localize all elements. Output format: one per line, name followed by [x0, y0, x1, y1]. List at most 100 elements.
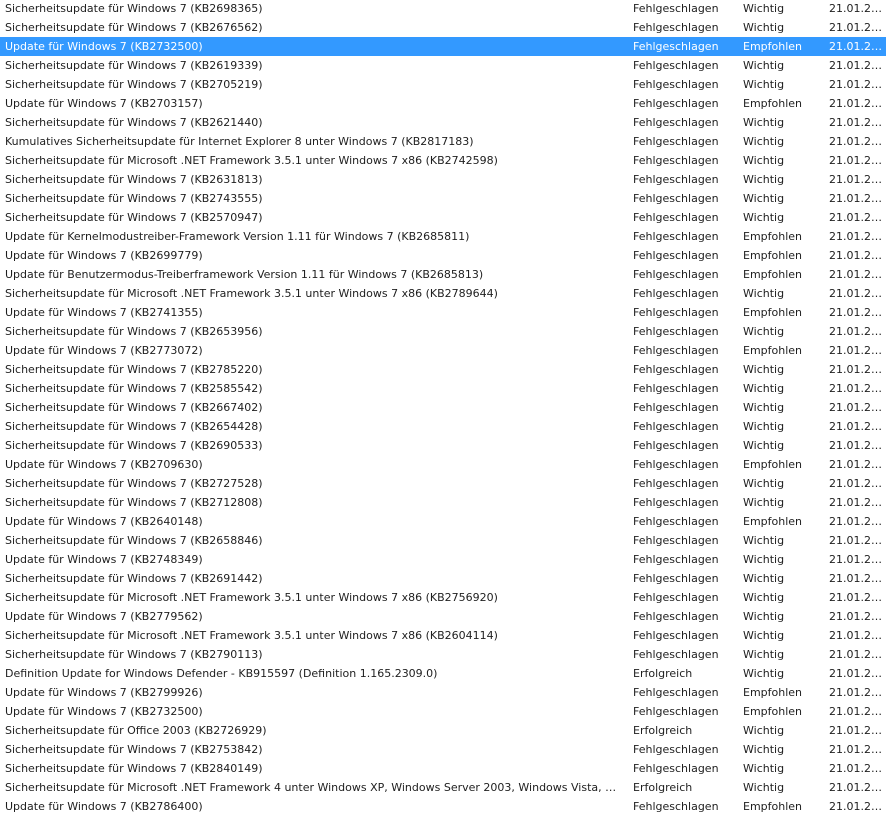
- update-date-cell: 21.01.2014: [829, 40, 886, 53]
- update-row[interactable]: Sicherheitsupdate für Windows 7 (KB27052…: [0, 75, 886, 94]
- update-date-cell: 21.01.2014: [829, 249, 886, 262]
- update-status-cell: Fehlgeschlagen: [633, 439, 719, 452]
- update-row[interactable]: Sicherheitsupdate für Windows 7 (KB27901…: [0, 645, 886, 664]
- update-name-cell: Sicherheitsupdate für Windows 7 (KB26983…: [5, 2, 263, 15]
- update-row[interactable]: Sicherheitsupdate für Windows 7 (KB26544…: [0, 417, 886, 436]
- update-date-cell: 21.01.2014: [829, 420, 886, 433]
- update-name-cell: Sicherheitsupdate für Microsoft .NET Fra…: [5, 629, 498, 642]
- update-row[interactable]: Sicherheitsupdate für Windows 7 (KB26983…: [0, 0, 886, 18]
- update-row[interactable]: Update für Windows 7 (KB2640148) Fehlgesc…: [0, 512, 886, 531]
- update-row[interactable]: Sicherheitsupdate für Windows 7 (KB26214…: [0, 113, 886, 132]
- update-row[interactable]: Sicherheitsupdate für Windows 7 (KB26193…: [0, 56, 886, 75]
- update-row[interactable]: Update für Windows 7 (KB2741355) Fehlgesc…: [0, 303, 886, 322]
- update-priority-cell: Wichtig: [743, 439, 785, 452]
- update-row[interactable]: Sicherheitsupdate für Windows 7 (KB27538…: [0, 740, 886, 759]
- update-row[interactable]: Update für Windows 7 (KB2732500) Fehlgesc…: [0, 702, 886, 721]
- update-status-cell: Fehlgeschlagen: [633, 515, 719, 528]
- update-row[interactable]: Update für Windows 7 (KB2748349) Fehlgesc…: [0, 550, 886, 569]
- update-name-cell: Update für Windows 7 (KB2699779): [5, 249, 203, 262]
- update-row[interactable]: Sicherheitsupdate für Windows 7 (KB26588…: [0, 531, 886, 550]
- update-priority-cell: Wichtig: [743, 648, 785, 661]
- update-row[interactable]: Update für Windows 7 (KB2786400) Fehlgesc…: [0, 797, 886, 816]
- update-date-cell: 21.01.2014: [829, 610, 886, 623]
- update-status-cell: Fehlgeschlagen: [633, 173, 719, 186]
- update-row[interactable]: Sicherheitsupdate für Windows 7 (KB27435…: [0, 189, 886, 208]
- update-status-cell: Fehlgeschlagen: [633, 572, 719, 585]
- update-date-cell: 21.01.2014: [829, 97, 886, 110]
- update-priority-cell: Wichtig: [743, 78, 785, 91]
- update-row[interactable]: Sicherheitsupdate für Microsoft .NET Fra…: [0, 778, 886, 797]
- update-row[interactable]: Update für Windows 7 (KB2709630) Fehlgesc…: [0, 455, 886, 474]
- update-history-list[interactable]: Sicherheitsupdate für Windows 7 (KB26983…: [0, 0, 886, 816]
- update-status-cell: Fehlgeschlagen: [633, 610, 719, 623]
- update-date-cell: 21.01.2014: [829, 78, 886, 91]
- update-date-cell: 21.01.2014: [829, 591, 886, 604]
- update-name-cell: Update für Windows 7 (KB2732500): [5, 705, 203, 718]
- update-row[interactable]: Sicherheitsupdate für Windows 7 (KB25709…: [0, 208, 886, 227]
- update-priority-cell: Wichtig: [743, 781, 785, 794]
- update-name-cell: Update für Windows 7 (KB2779562): [5, 610, 203, 623]
- update-priority-cell: Wichtig: [743, 287, 785, 300]
- update-row[interactable]: Sicherheitsupdate für Windows 7 (KB26674…: [0, 398, 886, 417]
- update-status-cell: Fehlgeschlagen: [633, 78, 719, 91]
- update-row[interactable]: Update für Windows 7 (KB2703157) Fehlgesc…: [0, 94, 886, 113]
- update-row[interactable]: Update für Kernelmodustreiber-Framework …: [0, 227, 886, 246]
- update-name-cell: Sicherheitsupdate für Windows 7 (KB27538…: [5, 743, 263, 756]
- update-name-cell: Update für Windows 7 (KB2703157): [5, 97, 203, 110]
- update-date-cell: 21.01.2014: [829, 477, 886, 490]
- update-row[interactable]: Sicherheitsupdate für Windows 7 (KB26318…: [0, 170, 886, 189]
- update-priority-cell: Wichtig: [743, 154, 785, 167]
- update-row[interactable]: Update für Windows 7 (KB2699779) Fehlgesc…: [0, 246, 886, 265]
- update-status-cell: Fehlgeschlagen: [633, 249, 719, 262]
- update-row[interactable]: Sicherheitsupdate für Windows 7 (KB27852…: [0, 360, 886, 379]
- update-date-cell: 21.01.2014: [829, 306, 886, 319]
- update-name-cell: Update für Windows 7 (KB2786400): [5, 800, 203, 813]
- update-date-cell: 21.01.2014: [829, 629, 886, 642]
- update-status-cell: Fehlgeschlagen: [633, 306, 719, 319]
- update-priority-cell: Wichtig: [743, 116, 785, 129]
- update-row[interactable]: Sicherheitsupdate für Windows 7 (KB27275…: [0, 474, 886, 493]
- update-name-cell: Kumulatives Sicherheitsupdate für Intern…: [5, 135, 474, 148]
- update-row[interactable]: Definition Update for Windows Defender -…: [0, 664, 886, 683]
- update-status-cell: Fehlgeschlagen: [633, 230, 719, 243]
- update-row[interactable]: Sicherheitsupdate für Windows 7 (KB28401…: [0, 759, 886, 778]
- update-priority-cell: Empfohlen: [743, 40, 803, 53]
- update-row[interactable]: Sicherheitsupdate für Windows 7 (KB27128…: [0, 493, 886, 512]
- update-row[interactable]: Update für Benutzermodus-Treiberframewor…: [0, 265, 886, 284]
- update-name-cell: Sicherheitsupdate für Windows 7 (KB25855…: [5, 382, 263, 395]
- update-row[interactable]: Sicherheitsupdate für Microsoft .NET Fra…: [0, 284, 886, 303]
- update-row[interactable]: Sicherheitsupdate für Office 2003 (KB272…: [0, 721, 886, 740]
- update-name-cell: Sicherheitsupdate für Microsoft .NET Fra…: [5, 781, 623, 794]
- update-name-cell: Sicherheitsupdate für Windows 7 (KB26674…: [5, 401, 263, 414]
- update-row[interactable]: Kumulatives Sicherheitsupdate für Intern…: [0, 132, 886, 151]
- update-priority-cell: Wichtig: [743, 572, 785, 585]
- update-date-cell: 21.01.2014: [829, 154, 886, 167]
- update-row[interactable]: Update für Windows 7 (KB2732500) Fehlgesc…: [0, 37, 886, 56]
- update-row[interactable]: Sicherheitsupdate für Microsoft .NET Fra…: [0, 588, 886, 607]
- update-status-cell: Fehlgeschlagen: [633, 496, 719, 509]
- update-priority-cell: Wichtig: [743, 192, 785, 205]
- update-priority-cell: Empfohlen: [743, 97, 803, 110]
- update-row[interactable]: Sicherheitsupdate für Windows 7 (KB26765…: [0, 18, 886, 37]
- update-row[interactable]: Sicherheitsupdate für Microsoft .NET Fra…: [0, 626, 886, 645]
- update-priority-cell: Empfohlen: [743, 268, 803, 281]
- update-date-cell: 21.01.2014: [829, 173, 886, 186]
- update-date-cell: 21.01.2014: [829, 553, 886, 566]
- update-date-cell: 21.01.2014: [829, 667, 886, 680]
- update-row[interactable]: Sicherheitsupdate für Windows 7 (KB26905…: [0, 436, 886, 455]
- update-row[interactable]: Update für Windows 7 (KB2779562) Fehlgesc…: [0, 607, 886, 626]
- update-row[interactable]: Update für Windows 7 (KB2799926) Fehlgesc…: [0, 683, 886, 702]
- update-row[interactable]: Sicherheitsupdate für Microsoft .NET Fra…: [0, 151, 886, 170]
- update-name-cell: Definition Update for Windows Defender -…: [5, 667, 438, 680]
- update-row[interactable]: Sicherheitsupdate für Windows 7 (KB26539…: [0, 322, 886, 341]
- update-row[interactable]: Sicherheitsupdate für Windows 7 (KB25855…: [0, 379, 886, 398]
- update-name-cell: Sicherheitsupdate für Windows 7 (KB27275…: [5, 477, 263, 490]
- update-row[interactable]: Update für Windows 7 (KB2773072) Fehlgesc…: [0, 341, 886, 360]
- update-name-cell: Sicherheitsupdate für Windows 7 (KB26318…: [5, 173, 263, 186]
- update-row[interactable]: Sicherheitsupdate für Windows 7 (KB26914…: [0, 569, 886, 588]
- update-date-cell: 21.01.2014: [829, 382, 886, 395]
- update-date-cell: 21.01.2014: [829, 705, 886, 718]
- update-date-cell: 21.01.2014: [829, 781, 886, 794]
- update-date-cell: 21.01.2014: [829, 515, 886, 528]
- update-name-cell: Sicherheitsupdate für Windows 7 (KB26914…: [5, 572, 263, 585]
